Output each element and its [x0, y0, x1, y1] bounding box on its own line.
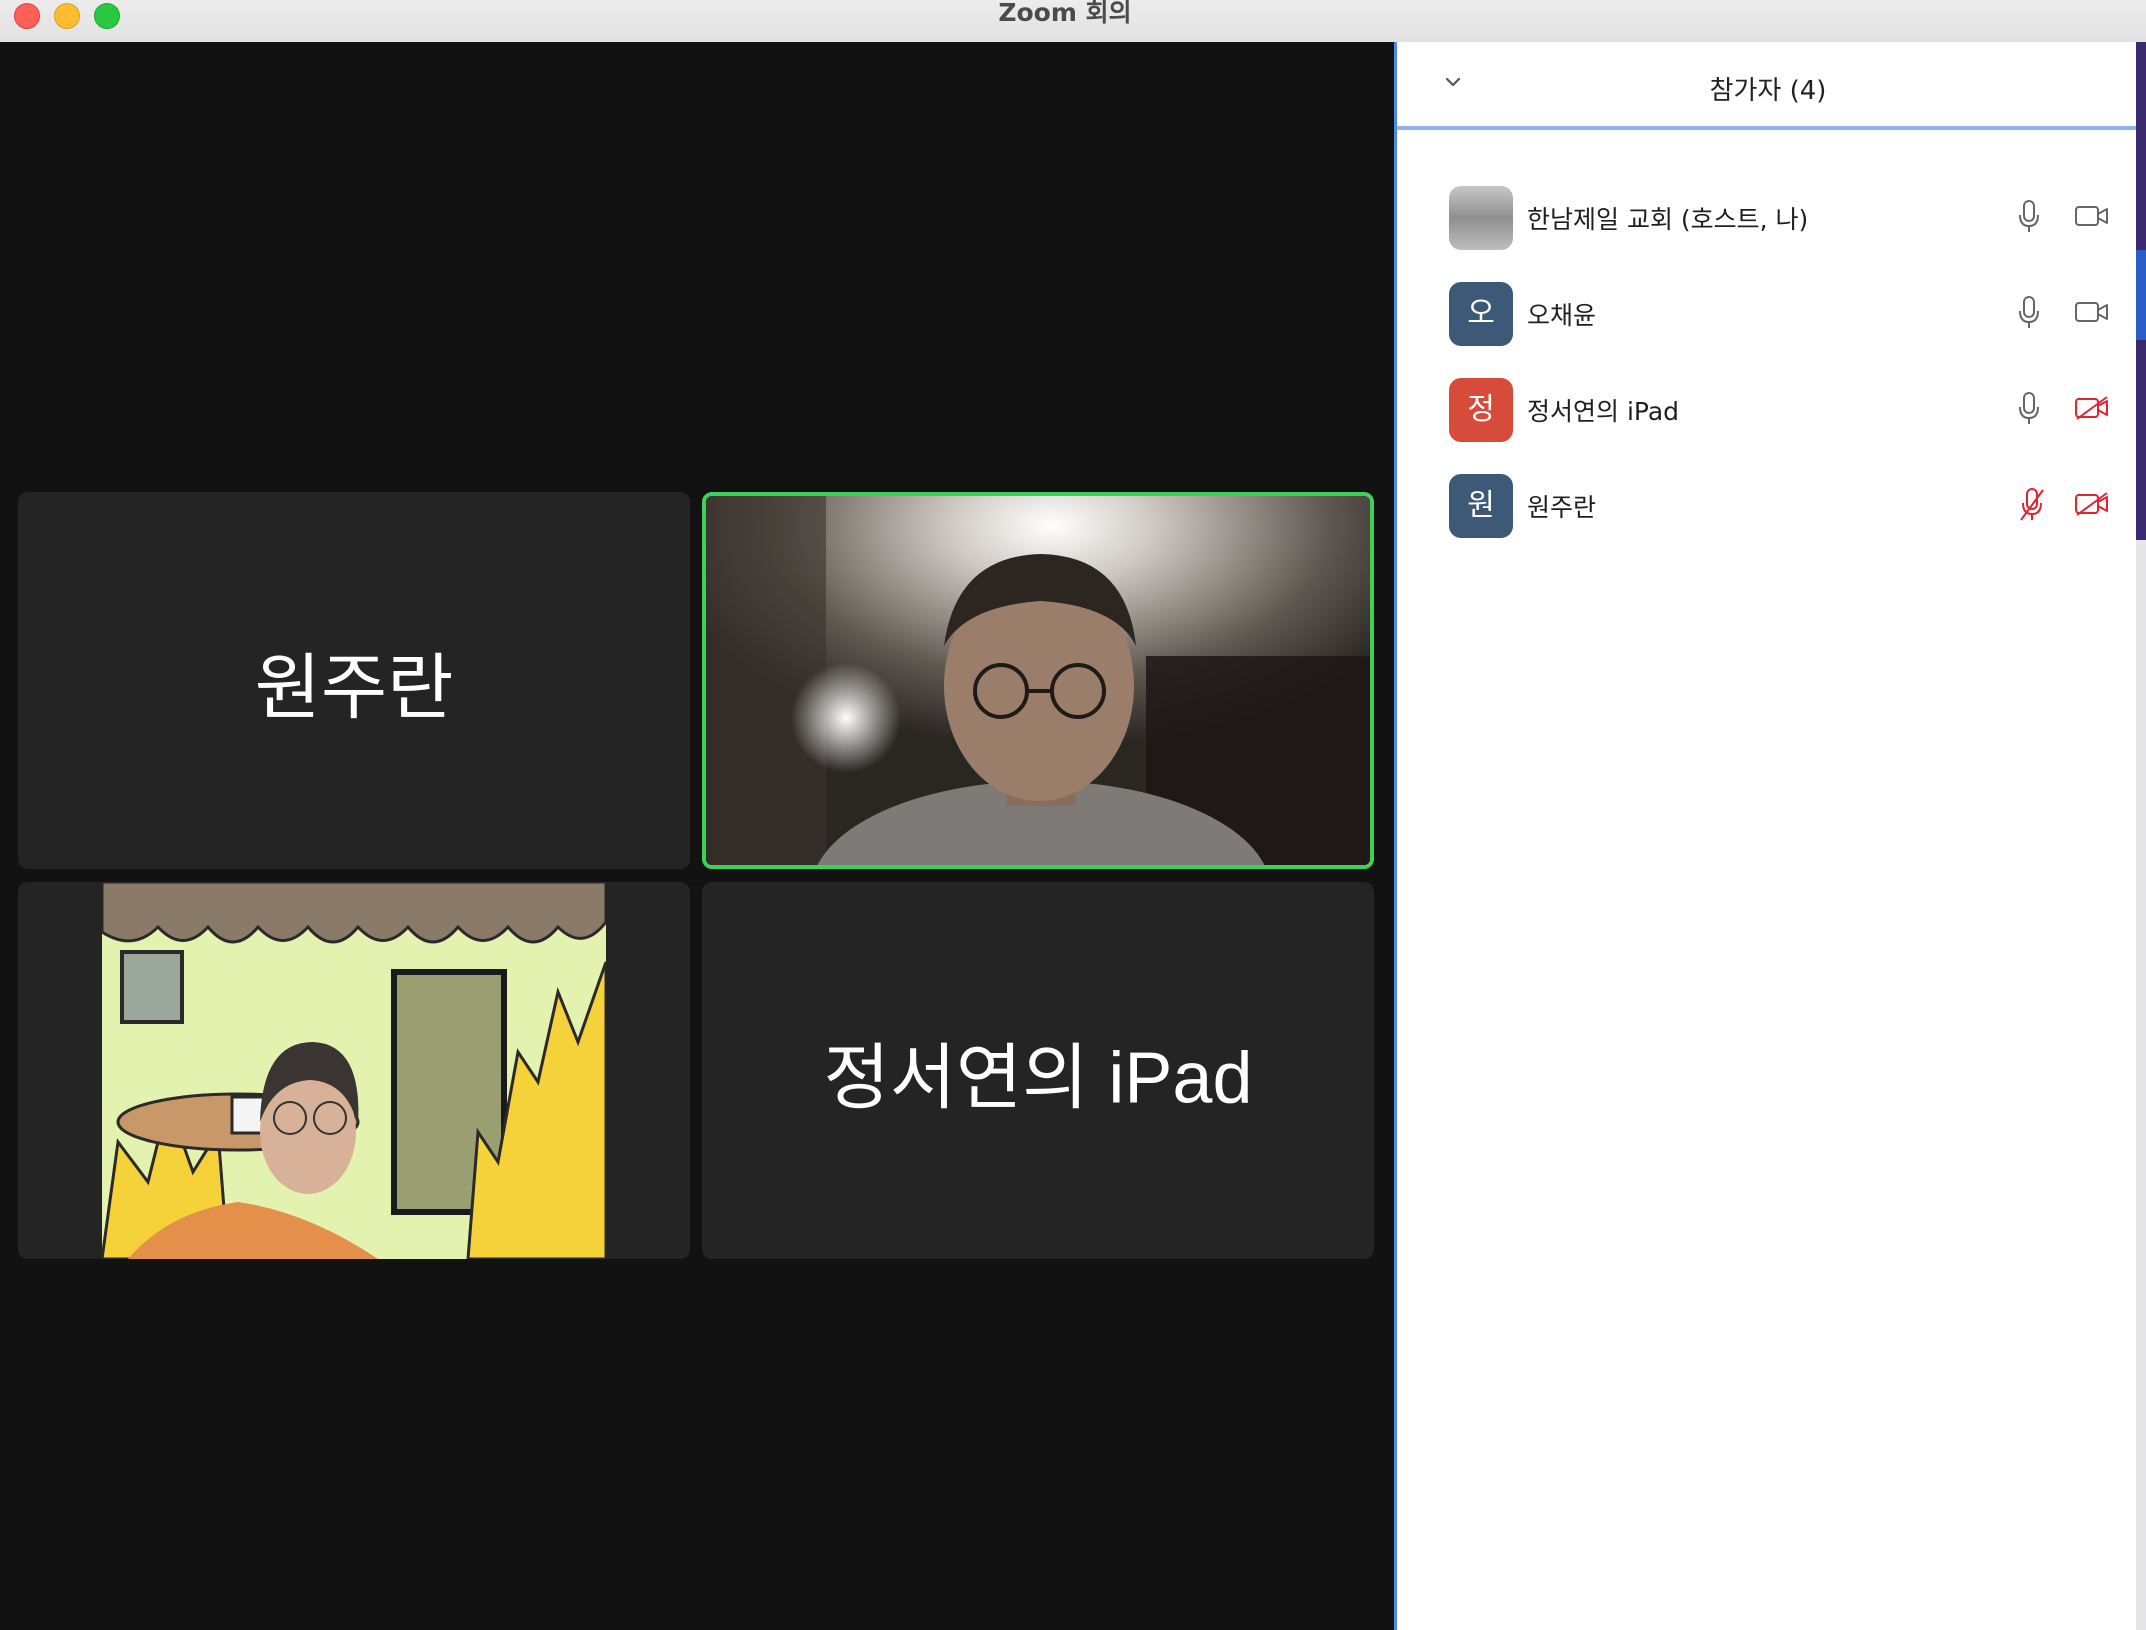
- background-window-edge: [2136, 540, 2146, 1630]
- microphone-muted-icon[interactable]: [2019, 488, 2045, 522]
- video-camera-off-icon[interactable]: [2075, 396, 2109, 420]
- participant-row[interactable]: 정 정서연의 iPad: [1397, 370, 2139, 450]
- avatar: 오: [1449, 282, 1513, 346]
- participant-name: 원주란: [1527, 493, 1597, 522]
- window-title: Zoom 회의: [998, 0, 1132, 27]
- microphone-icon[interactable]: [2019, 296, 2039, 330]
- video-camera-off-icon[interactable]: [2075, 492, 2109, 516]
- video-camera-icon[interactable]: [2075, 300, 2109, 324]
- video-tile-4[interactable]: 정서연의 iPad: [702, 882, 1374, 1259]
- background-window-edge: [2136, 250, 2146, 340]
- video-tile-3[interactable]: [18, 882, 690, 1259]
- participant-row[interactable]: 한남제일 교회 (호스트, 나): [1397, 178, 2139, 258]
- microphone-icon[interactable]: [2019, 392, 2039, 426]
- video-gallery: 원주란 정서연의 iPad: [0, 42, 1394, 1630]
- participants-panel-title: 참가자 (4): [1709, 76, 1827, 106]
- video-tile-active-speaker[interactable]: [702, 492, 1374, 869]
- participant-name-label: 정서연의 iPad: [823, 1038, 1253, 1118]
- participant-name: 정서연의 iPad: [1527, 397, 1680, 426]
- participant-video-feed: [706, 496, 1370, 865]
- participant-video-feed: [18, 882, 690, 1259]
- video-tile-1[interactable]: 원주란: [18, 492, 690, 869]
- participant-row[interactable]: 원 원주란: [1397, 466, 2139, 546]
- avatar: 정: [1449, 378, 1513, 442]
- microphone-icon[interactable]: [2019, 200, 2039, 234]
- video-camera-icon[interactable]: [2075, 204, 2109, 228]
- title-bar: Zoom 회의: [0, 0, 2146, 43]
- participant-name: 오채윤: [1527, 301, 1597, 330]
- avatar: [1449, 186, 1513, 250]
- participant-name: 한남제일 교회 (호스트, 나): [1527, 205, 1809, 234]
- avatar: 원: [1449, 474, 1513, 538]
- participants-panel: 참가자 (4) 한남제일 교회 (호스트, 나) 오 오채윤 정 정서연의 iP…: [1394, 42, 2139, 1630]
- participant-row[interactable]: 오 오채윤: [1397, 274, 2139, 354]
- participant-name-label: 원주란: [254, 648, 454, 728]
- participants-panel-header: 참가자 (4): [1397, 42, 2139, 130]
